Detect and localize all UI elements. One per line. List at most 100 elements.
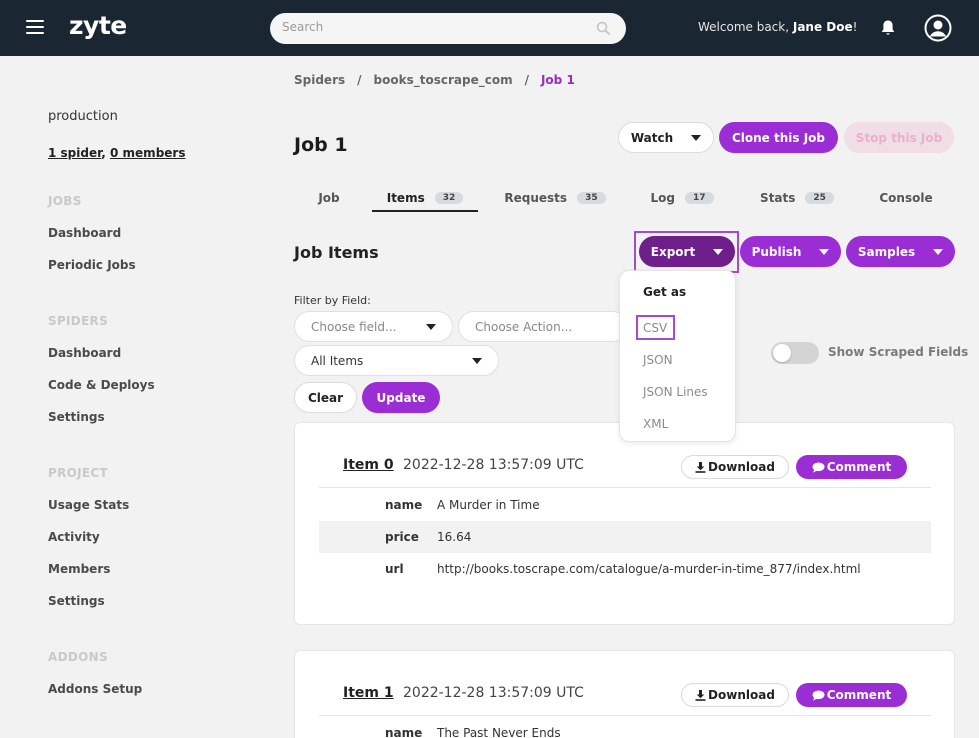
hamburger-menu-icon[interactable] bbox=[26, 20, 44, 34]
toggle-knob bbox=[773, 344, 791, 362]
download-button[interactable]: Download bbox=[681, 683, 789, 707]
sidebar-item-periodic-jobs[interactable]: Periodic Jobs bbox=[48, 258, 136, 272]
item-title-link[interactable]: Item 0 bbox=[343, 457, 394, 473]
samples-button[interactable]: Samples bbox=[846, 236, 955, 267]
field-value[interactable]: http://books.toscrape.com/catalogue/a-mu… bbox=[437, 562, 861, 576]
breadcrumb-spider[interactable]: books_toscrape_com bbox=[374, 73, 513, 87]
tab-job[interactable]: Job bbox=[294, 184, 364, 212]
download-icon bbox=[695, 689, 706, 701]
watch-label: Watch bbox=[630, 130, 674, 145]
comment-icon bbox=[812, 462, 825, 473]
chevron-down-icon bbox=[691, 134, 702, 141]
chevron-down-icon bbox=[713, 248, 724, 255]
publish-button[interactable]: Publish bbox=[740, 236, 841, 267]
download-button[interactable]: Download bbox=[681, 455, 789, 479]
page-title: Job 1 bbox=[294, 134, 348, 156]
item-card: Item 0 2022-12-28 13:57:09 UTC Download … bbox=[294, 422, 955, 625]
item-timestamp: 2022-12-28 13:57:09 UTC bbox=[403, 685, 584, 701]
section-title: Job Items bbox=[294, 243, 379, 262]
export-option-json[interactable]: JSON bbox=[643, 353, 673, 367]
tab-stats[interactable]: Stats 25 bbox=[756, 184, 838, 212]
welcome-suffix: ! bbox=[852, 20, 858, 34]
spider-count-link[interactable]: 1 spider bbox=[48, 146, 101, 160]
comment-button[interactable]: Comment bbox=[796, 683, 907, 707]
update-button[interactable]: Update bbox=[362, 382, 440, 413]
action-select-value: Choose Action... bbox=[475, 319, 573, 334]
export-option-json-lines[interactable]: JSON Lines bbox=[643, 385, 708, 399]
show-scraped-fields-toggle[interactable] bbox=[771, 342, 819, 364]
breadcrumb-separator: / bbox=[357, 73, 362, 87]
zyte-logo[interactable]: zyte bbox=[69, 11, 127, 40]
tab-label: Stats bbox=[760, 191, 796, 205]
top-bar: zyte Welcome back, Jane Doe! bbox=[0, 0, 979, 56]
watch-button[interactable]: Watch bbox=[618, 122, 714, 153]
scope-select-value: All Items bbox=[311, 353, 364, 368]
field-key: price bbox=[385, 530, 419, 544]
download-icon bbox=[695, 461, 706, 473]
sidebar-heading-jobs: JOBS bbox=[48, 194, 82, 208]
comment-label: Comment bbox=[826, 460, 892, 474]
members-count-link[interactable]: 0 members bbox=[110, 146, 185, 160]
item-title-link[interactable]: Item 1 bbox=[343, 685, 394, 701]
export-option-csv[interactable]: CSV bbox=[643, 321, 667, 335]
sidebar-item-jobs-dashboard[interactable]: Dashboard bbox=[48, 226, 121, 240]
user-name: Jane Doe bbox=[792, 20, 853, 34]
search-icon[interactable] bbox=[596, 21, 610, 35]
breadcrumb-current[interactable]: Job 1 bbox=[541, 73, 575, 87]
tab-requests[interactable]: Requests 35 bbox=[500, 184, 610, 212]
tab-count-badge: 17 bbox=[684, 192, 714, 204]
clone-job-button[interactable]: Clone this Job bbox=[719, 122, 838, 153]
sidebar-item-activity[interactable]: Activity bbox=[48, 530, 100, 544]
breadcrumb-spiders[interactable]: Spiders bbox=[294, 73, 345, 87]
comment-label: Comment bbox=[826, 688, 892, 702]
dropdown-heading: Get as bbox=[643, 285, 687, 299]
sidebar-heading-project: PROJECT bbox=[48, 466, 108, 480]
search-input[interactable] bbox=[282, 20, 582, 34]
sidebar-item-usage-stats[interactable]: Usage Stats bbox=[48, 498, 129, 512]
welcome-prefix: Welcome back, bbox=[698, 20, 793, 34]
comment-button[interactable]: Comment bbox=[796, 455, 907, 479]
bell-icon[interactable] bbox=[880, 19, 896, 37]
export-dropdown-menu: Get as CSV JSON JSON Lines XML bbox=[619, 270, 736, 442]
sidebar-item-addons-setup[interactable]: Addons Setup bbox=[48, 682, 142, 696]
field-value: A Murder in Time bbox=[437, 498, 540, 512]
tab-log[interactable]: Log 17 bbox=[644, 184, 720, 212]
sidebar-item-code-deploys[interactable]: Code & Deploys bbox=[48, 378, 155, 392]
chevron-down-icon bbox=[426, 324, 436, 330]
field-select[interactable]: Choose field... bbox=[294, 311, 453, 342]
export-button[interactable]: Export bbox=[639, 236, 735, 267]
clear-button[interactable]: Clear bbox=[294, 382, 357, 413]
sidebar-item-spider-settings[interactable]: Settings bbox=[48, 410, 105, 424]
action-select[interactable]: Choose Action... bbox=[458, 311, 628, 342]
field-key: name bbox=[385, 498, 423, 512]
comment-icon bbox=[812, 690, 825, 701]
org-name: production bbox=[48, 109, 118, 124]
tab-label: Requests bbox=[504, 191, 568, 205]
welcome-message: Welcome back, Jane Doe! bbox=[698, 20, 857, 34]
sidebar-item-spiders-dashboard[interactable]: Dashboard bbox=[48, 346, 121, 360]
tab-label: Job bbox=[318, 191, 340, 205]
tab-count-badge: 32 bbox=[434, 192, 464, 204]
sidebar-item-members[interactable]: Members bbox=[48, 562, 110, 576]
field-key: name bbox=[385, 726, 423, 738]
tab-label: Items bbox=[386, 191, 425, 205]
sidebar-item-project-settings[interactable]: Settings bbox=[48, 594, 105, 608]
tab-count-badge: 35 bbox=[577, 192, 606, 204]
stop-job-button[interactable]: Stop this Job bbox=[844, 122, 954, 153]
summary-separator: , bbox=[101, 146, 111, 160]
field-row: url http://books.toscrape.com/catalogue/… bbox=[319, 553, 931, 585]
scope-select[interactable]: All Items bbox=[294, 345, 499, 376]
field-key: url bbox=[385, 562, 404, 576]
tab-label: Log bbox=[650, 191, 675, 205]
search-box[interactable] bbox=[270, 13, 626, 44]
filter-label: Filter by Field: bbox=[294, 294, 371, 307]
breadcrumb-separator: / bbox=[524, 73, 529, 87]
tab-console[interactable]: Console bbox=[874, 184, 938, 212]
sidebar-heading-addons: ADDONS bbox=[48, 650, 108, 664]
tab-items[interactable]: Items 32 bbox=[372, 184, 478, 212]
field-row: price 16.64 bbox=[319, 521, 931, 553]
field-select-value: Choose field... bbox=[311, 319, 397, 334]
export-option-xml[interactable]: XML bbox=[643, 417, 668, 431]
chevron-down-icon bbox=[933, 248, 944, 255]
user-avatar-icon[interactable] bbox=[924, 14, 952, 42]
